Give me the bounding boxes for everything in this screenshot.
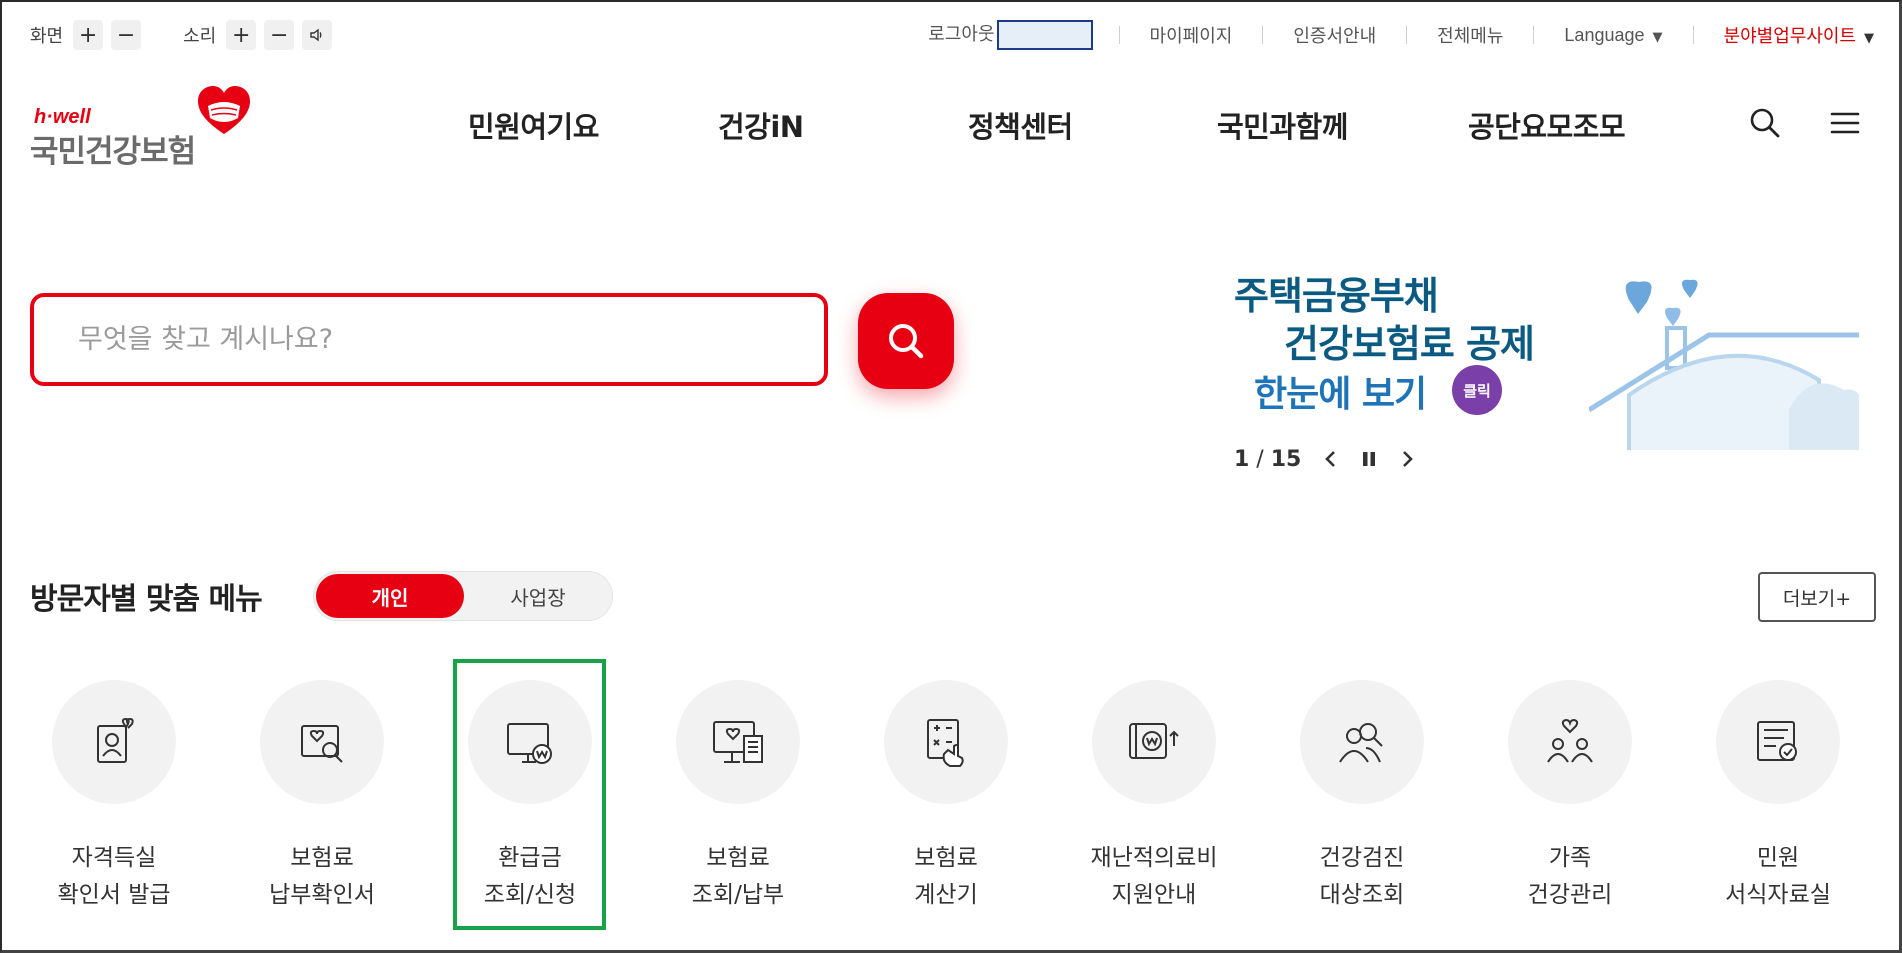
search-input[interactable] — [34, 297, 824, 382]
screen-zoom-out-button[interactable]: − — [111, 20, 142, 50]
item-label-line2: 서식자료실 — [1725, 882, 1831, 908]
nhis-logo[interactable]: h·well 국민건강보험 — [30, 84, 260, 170]
visitor-menu-title: 방문자별 맞춤 메뉴 — [30, 582, 263, 617]
quick-menu-item[interactable]: 보험료조회/납부 — [626, 680, 826, 920]
tab-business[interactable]: 사업장 — [464, 574, 612, 618]
item-label-line1: 환급금 — [498, 845, 562, 871]
wallet-won-icon — [1092, 680, 1216, 804]
visitor-type-toggle: 개인 사업장 — [313, 571, 613, 621]
quick-menu-item[interactable]: 보험료계산기 — [834, 680, 1034, 920]
item-label-line2: 조회/납부 — [691, 882, 785, 908]
screen-zoom-in-button[interactable]: + — [73, 20, 104, 50]
quick-menu-item[interactable]: 환급금조회/신청 — [418, 680, 618, 920]
prev-slide-button[interactable] — [1323, 449, 1339, 469]
people-search-icon — [1300, 680, 1424, 804]
tab-personal[interactable]: 개인 — [316, 574, 464, 618]
certificate-guide-link[interactable]: 인증서안내 — [1263, 22, 1406, 48]
item-label-line1: 보험료 — [706, 845, 770, 871]
banner-line-1: 주택금융부채 — [1234, 274, 1439, 318]
top-links: 로그아웃 마이페이지 인증서안내 전체메뉴 Language ▼ 분야별업무사이트… — [898, 18, 1874, 52]
chevron-down-icon: ▼ — [1652, 29, 1663, 45]
speaker-icon[interactable] — [302, 20, 333, 50]
logout-link[interactable]: 로그아웃 — [898, 20, 1118, 50]
item-label-line2: 계산기 — [914, 882, 978, 908]
field-sites-dropdown[interactable]: 분야별업무사이트 ▼ — [1694, 22, 1874, 48]
quick-menu-item[interactable]: 보험료납부확인서 — [210, 680, 410, 920]
volume-down-button[interactable]: − — [264, 20, 295, 50]
search-icon[interactable] — [1748, 106, 1782, 140]
item-label-line1: 보험료 — [914, 845, 978, 871]
family-heart-icon — [1508, 680, 1632, 804]
chevron-down-icon: ▼ — [1864, 31, 1874, 46]
calculator-hand-icon — [884, 680, 1008, 804]
item-label-line2: 지원안내 — [1111, 882, 1197, 908]
item-label-line2: 조회/신청 — [483, 882, 577, 908]
quick-menu-item[interactable]: 민원서식자료실 — [1666, 680, 1866, 920]
search-icon — [889, 324, 924, 359]
form-check-icon — [1716, 680, 1840, 804]
item-label-line1: 민원 — [1756, 845, 1800, 871]
quick-menu-item[interactable]: 가족건강관리 — [1458, 680, 1658, 920]
house-illustration — [1589, 279, 1859, 450]
search-field — [30, 293, 828, 386]
more-button[interactable]: 더보기+ — [1758, 572, 1876, 622]
nav-item-with-people[interactable]: 국민과함께 — [1217, 104, 1348, 146]
pause-icon — [1363, 452, 1376, 466]
item-label-line1: 건강검진 — [1319, 845, 1405, 871]
mypage-link[interactable]: 마이페이지 — [1120, 22, 1263, 48]
promo-banner[interactable]: 주택금융부채 건강보험료 공제 한눈에 보기 클릭 — [1234, 255, 1859, 450]
chevron-right-icon — [1403, 451, 1414, 467]
item-label-line2: 대상조회 — [1319, 882, 1405, 908]
banner-current-page: 1 — [1234, 446, 1250, 472]
mask-heart-logo-icon — [198, 86, 250, 134]
screen-size-label: 화면 — [30, 26, 64, 47]
quick-menu-item[interactable]: 건강검진대상조회 — [1250, 680, 1450, 920]
quick-menu-item[interactable]: 자격득실확인서 발급 — [2, 680, 202, 920]
chevron-left-icon — [1325, 451, 1336, 467]
item-label-line1: 가족 — [1548, 845, 1592, 871]
item-label-line1: 재난적의료비 — [1090, 845, 1218, 871]
item-label-line2: 확인서 발급 — [57, 882, 171, 908]
user-name-field — [996, 20, 1093, 50]
pause-slide-button[interactable] — [1361, 449, 1377, 469]
nav-item-civil-service[interactable]: 민원여기요 — [468, 104, 599, 146]
nav-item-health-in[interactable]: 건강iN — [718, 104, 804, 146]
search-button[interactable] — [858, 293, 954, 389]
sound-label: 소리 — [183, 26, 217, 47]
person-card-heart-icon — [52, 680, 176, 804]
monitor-won-icon — [468, 680, 592, 804]
logo-name: 국민건강보험 — [30, 134, 196, 170]
monitor-receipt-icon — [676, 680, 800, 804]
item-label-line2: 건강관리 — [1527, 882, 1613, 908]
item-label-line1: 자격득실 — [71, 845, 157, 871]
hamburger-menu-icon[interactable] — [1828, 106, 1862, 140]
item-label-line2: 납부확인서 — [269, 882, 375, 908]
next-slide-button[interactable] — [1399, 449, 1415, 469]
all-menu-link[interactable]: 전체메뉴 — [1407, 22, 1533, 48]
banner-line-3: 한눈에 보기 — [1254, 374, 1427, 415]
nav-item-about-nhis[interactable]: 공단요모조모 — [1468, 104, 1626, 146]
language-dropdown[interactable]: Language ▼ — [1534, 25, 1692, 46]
quick-menu-item[interactable]: 재난적의료비지원안내 — [1042, 680, 1242, 920]
banner-total-pages: 15 — [1270, 446, 1302, 472]
banner-click-badge: 클릭 — [1452, 365, 1502, 415]
nav-item-policy-center[interactable]: 정책센터 — [968, 104, 1073, 146]
accessibility-controls: 화면 + − 소리 + − — [30, 18, 340, 52]
banner-line-2: 건강보험료 공제 — [1284, 322, 1535, 366]
item-label-line1: 보험료 — [290, 845, 354, 871]
banner-pager: 1 / 15 — [1234, 444, 1415, 474]
volume-up-button[interactable]: + — [226, 20, 257, 50]
document-search-icon — [260, 680, 384, 804]
